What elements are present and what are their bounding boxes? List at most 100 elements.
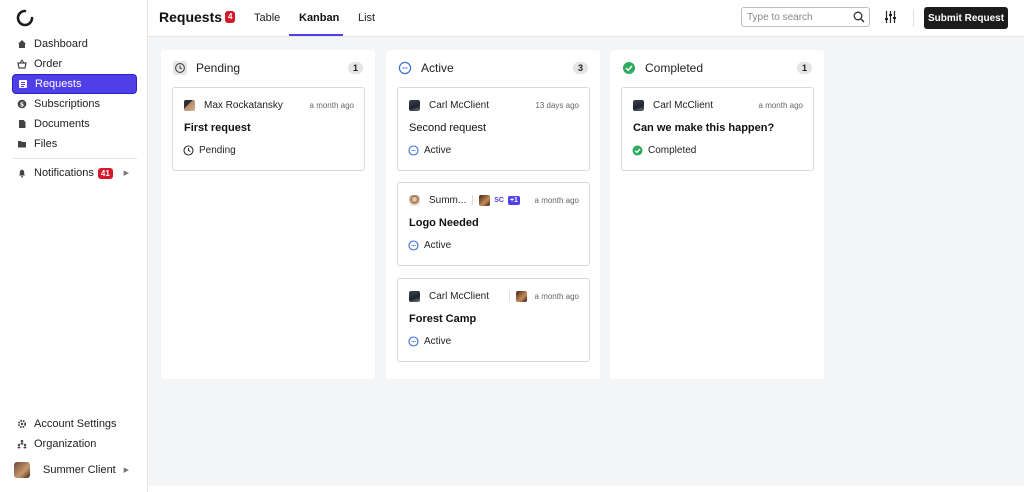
search-icon[interactable]: [853, 11, 865, 23]
top-header: Requests 4 Table Kanban List Submit Requ…: [148, 0, 1024, 37]
tab-table[interactable]: Table: [254, 12, 280, 24]
home-icon: [17, 39, 27, 49]
tab-kanban[interactable]: Kanban: [299, 12, 339, 24]
people-icon: [17, 439, 27, 449]
header-divider: [913, 9, 914, 27]
assignee-avatar: [515, 290, 527, 302]
sidebar-item-label: Subscriptions: [34, 98, 101, 110]
avatar: [633, 99, 644, 111]
avatar: [409, 194, 420, 206]
status-label: Pending: [199, 145, 236, 156]
search-input[interactable]: [747, 11, 847, 23]
sidebar-item-label: Order: [34, 58, 63, 70]
clock-icon: [173, 61, 187, 75]
divider: [472, 195, 474, 205]
sidebar-item-requests[interactable]: Requests: [12, 74, 137, 94]
sidebar-item-label: Files: [34, 138, 58, 150]
dash-circle-icon: [408, 336, 419, 347]
sidebar-item-label: Notifications: [34, 167, 94, 179]
assignee-initials-badge: SC: [494, 196, 504, 204]
status-label: Active: [424, 145, 452, 156]
more-assignees-badge: +1: [507, 195, 520, 205]
dash-circle-icon: [408, 145, 419, 156]
gear-icon: [17, 419, 27, 429]
column-count-badge: 1: [347, 62, 363, 74]
card-timestamp: 13 days ago: [535, 100, 579, 110]
card-title: Second request: [409, 122, 487, 134]
card-title: Can we make this happen?: [633, 122, 775, 134]
sidebar-item-organization[interactable]: Organization: [12, 434, 137, 454]
sidebar-item-label: Organization: [34, 438, 97, 450]
ring-logo-icon[interactable]: [16, 9, 34, 27]
sidebar: Dashboard Order Requests $ Subscriptions…: [0, 0, 148, 492]
card-author: Carl McClient: [429, 290, 490, 302]
check-circle-icon: [632, 145, 643, 156]
status-label: Active: [424, 240, 452, 251]
column-title: Pending: [196, 61, 241, 75]
card-status: Active: [408, 145, 451, 156]
avatar: [14, 462, 30, 478]
card-author: Carl McClient: [653, 99, 714, 111]
card-author: Summ...: [429, 194, 467, 206]
divider: [508, 291, 510, 301]
user-name: Summer Client: [43, 464, 116, 476]
svg-text:$: $: [20, 101, 24, 108]
sidebar-item-notifications[interactable]: Notifications 41 ▶: [12, 163, 137, 183]
sidebar-item-documents[interactable]: Documents: [12, 114, 137, 134]
active-tab-indicator: [289, 34, 343, 36]
column-title: Completed: [645, 61, 704, 75]
sidebar-bottom-nav: Account Settings Organization: [12, 414, 137, 454]
bell-icon: [17, 168, 27, 178]
card-timestamp: a month ago: [309, 100, 354, 110]
dash-circle-icon: [398, 61, 412, 75]
card-status: Pending: [183, 145, 236, 156]
request-card[interactable]: Carl McClient a month ago Can we make th…: [621, 87, 814, 171]
column-header: Pending 1: [173, 60, 363, 76]
dash-circle-icon: [408, 240, 419, 251]
request-card[interactable]: Max Rockatansky a month ago First reques…: [172, 87, 365, 171]
filter-sliders-icon[interactable]: [884, 10, 897, 24]
folder-icon: [17, 139, 27, 149]
sidebar-item-label: Requests: [35, 78, 82, 90]
request-card[interactable]: Carl McClient 13 days ago Second request…: [397, 87, 590, 171]
card-timestamp: a month ago: [534, 291, 579, 301]
sidebar-item-label: Account Settings: [34, 418, 117, 430]
avatar: [184, 99, 195, 111]
avatar: [409, 99, 420, 111]
submit-request-button[interactable]: Submit Request: [924, 7, 1008, 29]
column-count-badge: 1: [796, 62, 812, 74]
sidebar-item-files[interactable]: Files: [12, 134, 137, 154]
column-header: Active 3: [398, 60, 588, 76]
search-box: [741, 7, 870, 27]
sidebar-nav: Dashboard Order Requests $ Subscriptions…: [12, 34, 137, 183]
card-title: Forest Camp: [409, 313, 477, 325]
sidebar-item-subscriptions[interactable]: $ Subscriptions: [12, 94, 137, 114]
document-icon: [17, 119, 27, 129]
sidebar-item-label: Dashboard: [34, 38, 88, 50]
card-author: Carl McClient: [429, 99, 490, 111]
assignee-avatar: [479, 194, 491, 206]
chevron-right-icon: ▶: [123, 170, 129, 177]
column-count-badge: 3: [572, 62, 588, 74]
chevron-right-icon: ▶: [123, 467, 129, 474]
sidebar-item-label: Documents: [34, 118, 90, 130]
user-menu[interactable]: Summer Client ▶: [12, 460, 137, 480]
column-header: Completed 1: [622, 60, 812, 76]
check-circle-icon: [622, 61, 636, 75]
sidebar-item-dashboard[interactable]: Dashboard: [12, 34, 137, 54]
card-timestamp: a month ago: [534, 195, 579, 205]
sidebar-item-account-settings[interactable]: Account Settings: [12, 414, 137, 434]
card-timestamp: a month ago: [758, 100, 803, 110]
list-icon: [18, 79, 28, 89]
request-card[interactable]: Summ... SC +1 a month ago Logo Needed Ac…: [397, 182, 590, 266]
card-author: Max Rockatansky: [204, 99, 283, 111]
column-completed: Completed 1 Carl McClient a month ago Ca…: [610, 50, 824, 379]
status-label: Active: [424, 336, 452, 347]
request-card[interactable]: Carl McClient a month ago Forest Camp Ac…: [397, 278, 590, 362]
basket-icon: [17, 59, 27, 69]
avatar: [409, 290, 420, 302]
tab-list[interactable]: List: [358, 12, 375, 24]
clock-icon: [183, 145, 194, 156]
sidebar-item-order[interactable]: Order: [12, 54, 137, 74]
column-active: Active 3 Carl McClient 13 days ago Secon…: [386, 50, 600, 379]
